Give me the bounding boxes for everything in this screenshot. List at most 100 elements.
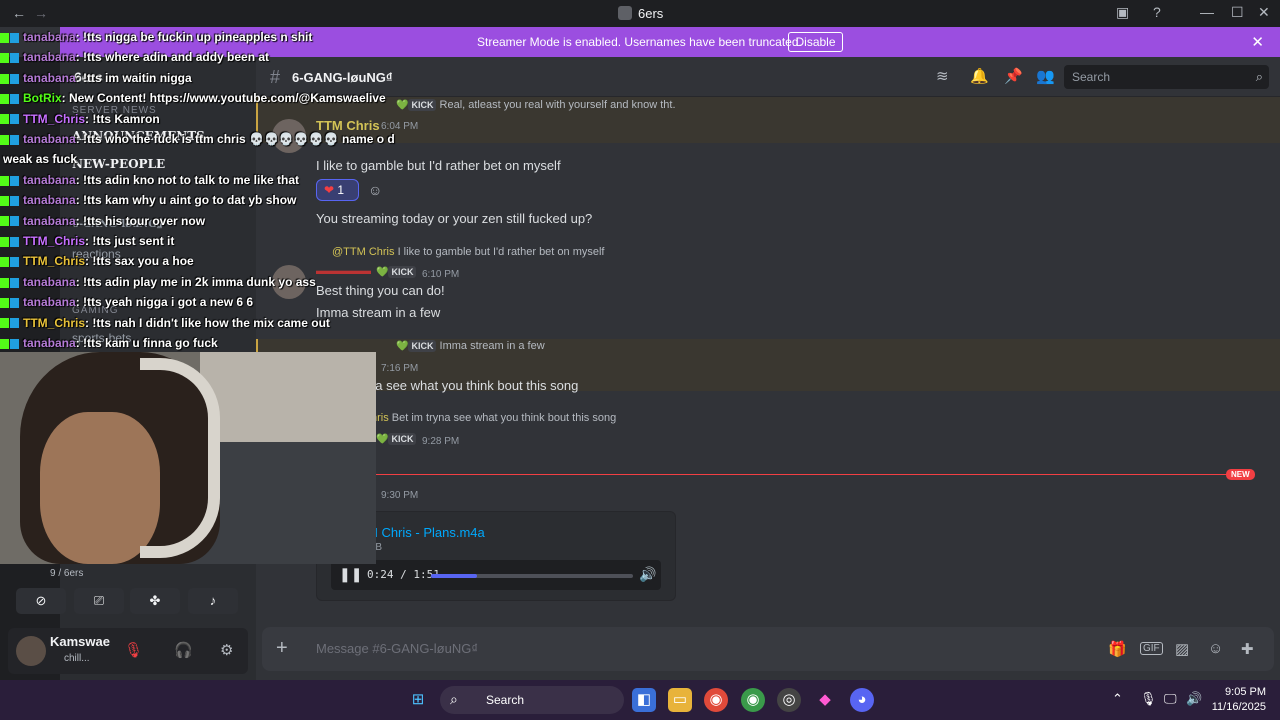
- threads-icon[interactable]: ≋: [936, 67, 949, 85]
- chrome-icon[interactable]: ◉: [704, 688, 728, 712]
- gif-icon[interactable]: GIF: [1140, 642, 1163, 655]
- sub-badge-icon: [10, 257, 19, 268]
- chat-overlay-line: tanabana: !tts yeah nigga i got a new 6 …: [0, 295, 253, 315]
- add-attachment-icon[interactable]: +: [276, 637, 288, 660]
- chat-message: : !tts his tour over now: [75, 213, 206, 228]
- disable-button[interactable]: Disable: [788, 32, 843, 52]
- chrome-profile-icon[interactable]: ◉: [741, 688, 765, 712]
- volume-icon[interactable]: 🔊: [639, 566, 656, 583]
- gift-icon[interactable]: 🎁: [1108, 640, 1127, 658]
- webcam-feed: [0, 352, 376, 564]
- activities-button[interactable]: ✤: [130, 588, 180, 614]
- kick-badge: 💚 KICK: [376, 433, 417, 445]
- taskbar-search[interactable]: ⌕ Search: [440, 686, 624, 714]
- chat-message: : !tts yeah nigga i got a new 6 6: [75, 295, 254, 310]
- new-badge: NEW: [1226, 469, 1255, 480]
- avatar[interactable]: [16, 636, 46, 666]
- title-bar: ← → 6ers ▣ ? — ☐ ✕: [0, 0, 1280, 27]
- sub-badge-icon: [10, 32, 19, 43]
- stream-chat-overlay: tanabana : !tts nigga be fuckin up pineap…: [0, 30, 395, 352]
- help-icon[interactable]: ?: [1153, 4, 1161, 20]
- message-composer[interactable]: + Message #6-GANG-løuNG₫ 🎁 GIF ▨ ☺ ✚: [262, 627, 1274, 671]
- sub-badge-icon: [10, 73, 19, 84]
- chat-overlay-line: tanabana: !tts where adin and addy been …: [0, 50, 269, 70]
- reply-preview: @TTM Chris I like to gamble but I'd rath…: [332, 246, 605, 258]
- kick-badge-icon: [0, 114, 9, 125]
- voice-channel-info: 9 / 6ers: [50, 568, 84, 579]
- close-icon[interactable]: ✕: [1251, 33, 1264, 51]
- message-timestamp: 6:04 PM: [381, 121, 419, 132]
- message-text: I like to gamble but I'd rather bet on m…: [316, 158, 561, 173]
- chat-overlay-line: TTM_Chris: !tts just sent it: [0, 234, 174, 254]
- app-icon[interactable]: ◆: [813, 688, 837, 712]
- maximize-icon[interactable]: ☐: [1231, 4, 1244, 21]
- microphone-icon[interactable]: 🎙: [1140, 691, 1157, 707]
- members-icon[interactable]: 👥: [1036, 67, 1055, 85]
- clock-time[interactable]: 9:05 PM: [1210, 686, 1266, 698]
- sticker-icon[interactable]: ▨: [1175, 640, 1189, 658]
- chat-message: : !tts where adin and addy been at: [75, 50, 270, 65]
- chat-username: tanabana: [23, 172, 76, 187]
- voice-panel: 9 / 6ers ⊘ ⎚ ✤ ♪: [8, 560, 248, 624]
- banner-text: Streamer Mode is enabled. Usernames have…: [477, 35, 802, 49]
- inbox-icon[interactable]: ▣: [1116, 4, 1129, 21]
- soundboard-button[interactable]: ♪: [188, 588, 238, 614]
- user-panel: Kamswae chill... 🎙 🎧 ⚙: [8, 628, 248, 674]
- screen-share-button[interactable]: ⎚: [74, 588, 124, 614]
- forward-icon[interactable]: →: [34, 5, 48, 21]
- store-icon[interactable]: ◧: [632, 688, 656, 712]
- close-window-icon[interactable]: ✕: [1258, 4, 1270, 21]
- message-list: 💚 KICK Real, atleast you real with yourse…: [256, 97, 1280, 617]
- search-placeholder: Search: [1072, 70, 1111, 84]
- minimize-icon[interactable]: —: [1200, 4, 1214, 20]
- start-icon[interactable]: ⊞: [406, 688, 430, 712]
- message-input[interactable]: Message #6-GANG-løuNG₫: [316, 641, 478, 656]
- notification-bell-icon[interactable]: 🔔: [970, 67, 989, 85]
- apps-icon[interactable]: ✚: [1241, 640, 1254, 658]
- discord-icon[interactable]: ◕: [850, 688, 874, 712]
- settings-gear-icon[interactable]: ⚙: [220, 641, 233, 659]
- chat-overlay-line: tanabana: !tts his tour over now: [0, 214, 205, 234]
- audio-player: ❚❚ 0:24 / 1:51 🔊: [331, 560, 661, 590]
- kick-badge-icon: [0, 73, 9, 84]
- mic-muted-icon[interactable]: 🎙: [124, 641, 143, 659]
- add-reaction-icon[interactable]: ☺: [368, 182, 382, 198]
- playback-slider[interactable]: [431, 574, 633, 578]
- emoji-icon[interactable]: ☺: [1208, 640, 1223, 657]
- kick-badge-icon: [0, 53, 9, 64]
- chat-message: : !tts adin play me in 2k imma dunk yo a…: [75, 274, 316, 289]
- server-logo-icon: [618, 6, 632, 20]
- chat-overlay-line: TTM_Chris: !tts Kamron: [0, 112, 160, 132]
- message-timestamp: 9:30 PM: [381, 490, 419, 501]
- chat-message: : !tts im waitin nigga: [75, 70, 192, 85]
- volume-icon[interactable]: 🔊: [1186, 691, 1202, 707]
- username[interactable]: Kamswae: [50, 634, 110, 649]
- chat-message: : !tts nigga be fuckin up pineapples n s…: [75, 30, 313, 44]
- window-title: 6ers: [638, 6, 664, 21]
- chat-overlay-line: tanabana: !tts adin kno not to talk to m…: [0, 173, 299, 193]
- pause-icon[interactable]: ❚❚: [339, 566, 362, 583]
- kick-badge-icon: [0, 277, 9, 288]
- headphones-icon[interactable]: 🎧: [174, 641, 193, 659]
- sub-badge-icon: [10, 94, 19, 105]
- search-input[interactable]: Search ⌕: [1064, 65, 1269, 89]
- chat-overlay-line: tanabana: !tts kam why u aint go to dat …: [0, 193, 296, 213]
- sub-badge-icon: [10, 318, 19, 329]
- tray-overflow-icon[interactable]: ⌃: [1112, 691, 1123, 707]
- chat-username: tanabana: [23, 132, 76, 146]
- obs-icon[interactable]: ◎: [777, 688, 801, 712]
- clock-date[interactable]: 11/16/2025: [1206, 701, 1266, 713]
- chat-message: : !tts kam why u aint go to dat yb show: [75, 193, 297, 208]
- file-explorer-icon[interactable]: ▭: [668, 688, 692, 712]
- chat-overlay-line: TTM_Chris: !tts sax you a hoe: [0, 254, 194, 274]
- network-icon[interactable]: 🖵: [1164, 691, 1177, 707]
- sub-badge-icon: [10, 175, 19, 186]
- pin-icon[interactable]: 📌: [1004, 67, 1023, 85]
- kick-badge-icon: [0, 94, 9, 105]
- user-status: chill...: [64, 653, 90, 664]
- kick-badge-icon: [0, 318, 9, 329]
- camera-off-button[interactable]: ⊘: [16, 588, 66, 614]
- back-icon[interactable]: ←: [12, 5, 26, 21]
- attachment-name[interactable]: M Chris - Plans.m4a: [367, 525, 485, 540]
- sub-badge-icon: [10, 134, 19, 145]
